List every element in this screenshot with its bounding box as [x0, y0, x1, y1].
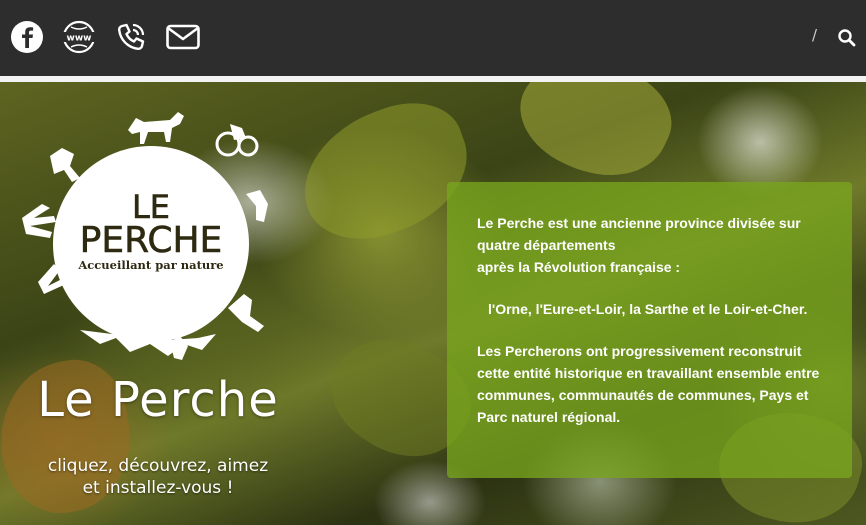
hero-subtitle: cliquez, découvrez, aimez et installez-v… — [0, 455, 316, 499]
logo-line-perche: PERCHE — [80, 220, 223, 261]
hero-title: Le Perche — [37, 372, 279, 428]
hero-section: LE PERCHE Accueillant par nature Le Perc… — [0, 82, 866, 525]
logo-tagline: Accueillant par nature — [77, 258, 223, 272]
info-paragraph-3: Les Percherons ont progressivement recon… — [477, 343, 820, 425]
search-icon[interactable] — [836, 27, 858, 49]
le-perche-logo: LE PERCHE Accueillant par nature — [22, 112, 268, 360]
www-label: www — [67, 34, 92, 44]
info-paragraph-2: l'Orne, l'Eure-et-Loir, la Sarthe et le … — [488, 301, 808, 317]
hero-subtitle-line1: cliquez, découvrez, aimez — [47, 456, 269, 476]
mail-icon[interactable] — [165, 19, 201, 55]
www-icon[interactable]: www — [61, 19, 97, 55]
info-paragraph-1-line1: Le Perche est une ancienne province divi… — [477, 215, 801, 253]
nav-separator: / — [812, 26, 818, 44]
top-bar: www / — [0, 0, 866, 82]
info-box: Le Perche est une ancienne province divi… — [447, 182, 852, 478]
info-paragraph-1-line2: après la Révolution française : — [477, 259, 681, 275]
facebook-icon[interactable] — [9, 19, 45, 55]
hero-subtitle-line2: et installez-vous ! — [82, 478, 234, 498]
info-paragraph-1: Le Perche est une ancienne province divi… — [477, 212, 822, 278]
phone-icon[interactable] — [113, 19, 149, 55]
